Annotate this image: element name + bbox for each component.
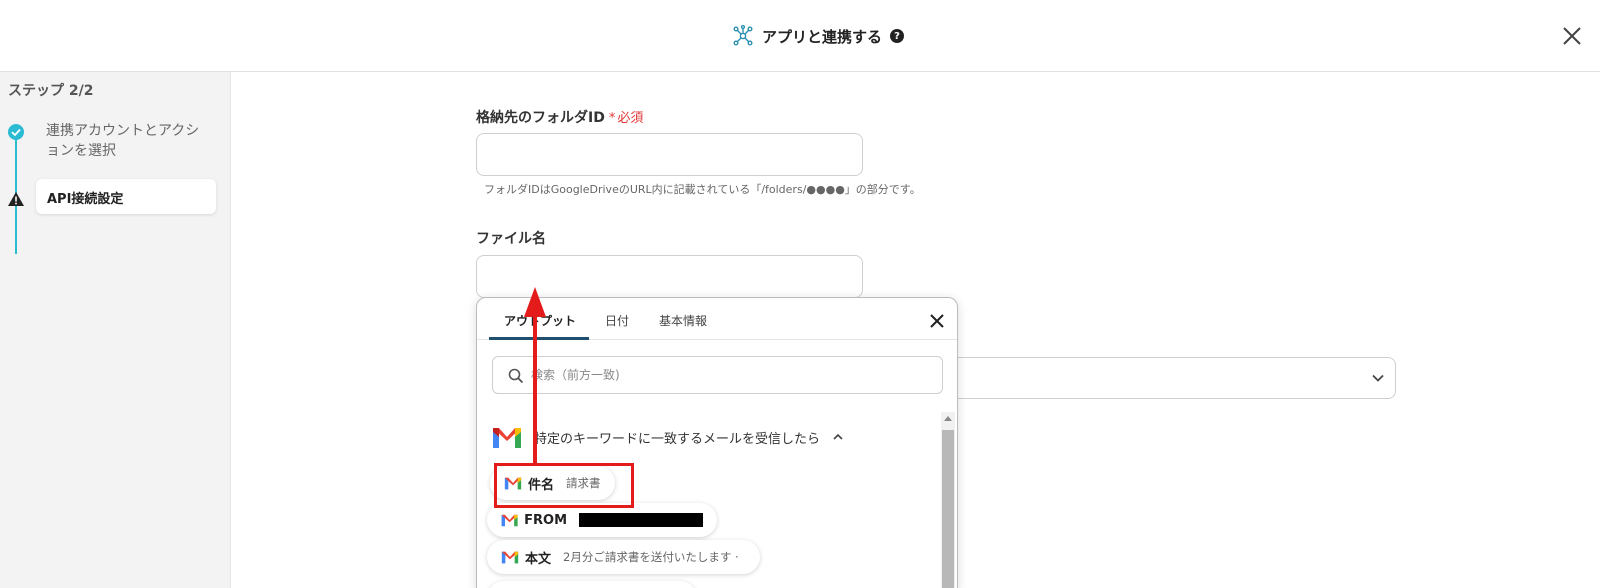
help-icon[interactable]: ? (890, 29, 905, 43)
close-icon[interactable] (1560, 24, 1584, 48)
search-icon (508, 368, 524, 384)
gmail-trigger-group[interactable]: 特定のキーワードに一致するメールを受信したら (492, 423, 844, 451)
chip-label: 本文 (525, 551, 552, 567)
variable-chip-body[interactable]: 本文 2月分ご請求書を送付いたします · (487, 540, 760, 574)
chip-value: 2月分ご請求書を送付いたします · (563, 550, 739, 564)
scroll-up-icon[interactable] (944, 416, 952, 421)
variable-chip-subject[interactable]: 件名 請求書 (490, 466, 615, 500)
group-title: 特定のキーワードに一致するメールを受信したら (534, 431, 821, 447)
popup-close-icon[interactable] (928, 312, 946, 330)
sidebar-item-select-account[interactable]: 連携アカウントとアクションを選択 (46, 121, 206, 161)
folder-id-help: フォルダIDはGoogleDriveのURL内に記載されている「/folders… (484, 183, 921, 196)
tab-basic-info[interactable]: 基本情報 (659, 312, 707, 329)
gmail-icon (493, 428, 521, 448)
tab-output[interactable]: アウトプット (504, 312, 576, 329)
search-input[interactable] (531, 357, 931, 393)
scroll-thumb[interactable] (942, 430, 954, 588)
option-select[interactable] (900, 357, 1396, 399)
variable-picker-popup: アウトプット 日付 基本情報 特定のキーワードに一致するメールを受信したら (476, 297, 958, 588)
step-sidebar: ステップ 2/2 連携アカウントとアクションを選択 API接続設定 (0, 72, 231, 588)
sidebar-item-api-settings[interactable]: API接続設定 (36, 179, 216, 214)
variable-chip-more[interactable] (487, 581, 697, 588)
chip-label: FROM (524, 512, 568, 528)
chip-value: 請求書 (566, 476, 601, 490)
search-field[interactable] (492, 356, 943, 394)
gmail-icon (501, 551, 519, 564)
active-tab-indicator (489, 337, 589, 340)
folder-id-input[interactable] (476, 133, 863, 176)
sidebar-item-label: API接続設定 (47, 192, 124, 207)
required-text: 必須 (617, 111, 644, 126)
check-icon (8, 124, 24, 140)
chip-label: 件名 (528, 477, 555, 493)
app-link-icon (733, 25, 753, 46)
file-name-input[interactable] (476, 255, 863, 298)
warning-icon (8, 192, 24, 206)
chevron-down-icon (1372, 374, 1384, 382)
redacted-value (579, 513, 703, 527)
variable-chip-from[interactable]: FROM (487, 503, 717, 537)
tab-date[interactable]: 日付 (605, 312, 629, 329)
step-counter: ステップ 2/2 (8, 83, 94, 99)
gmail-icon (501, 514, 518, 527)
popup-scrollbar[interactable] (941, 412, 955, 588)
popup-tabs: アウトプット 日付 基本情報 (477, 298, 957, 340)
folder-id-label: 格納先のフォルダID * 必須 (476, 107, 643, 127)
required-mark: * (608, 111, 616, 126)
folder-id-label-text: 格納先のフォルダID (476, 110, 605, 126)
chevron-up-icon (833, 433, 843, 440)
gmail-icon (504, 477, 522, 490)
modal-title-text: アプリと連携する (762, 27, 883, 46)
file-name-label: ファイル名 (476, 231, 546, 247)
modal-header: アプリと連携する ? (0, 0, 1600, 72)
modal-title: アプリと連携する ? (732, 24, 905, 48)
